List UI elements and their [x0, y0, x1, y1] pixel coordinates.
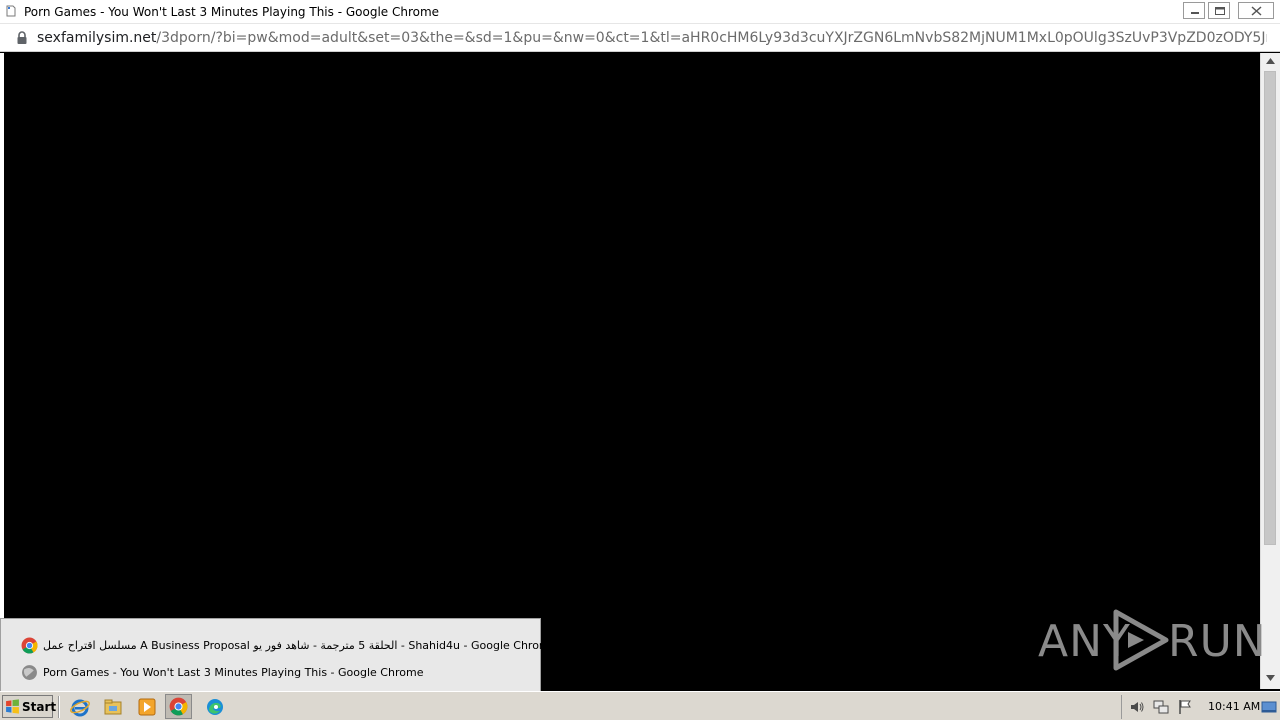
close-icon [1251, 6, 1262, 16]
window-titlebar[interactable]: Porn Games - You Won't Last 3 Minutes Pl… [0, 0, 1280, 24]
network-icon[interactable] [1153, 699, 1169, 715]
desktop-screen: Porn Games - You Won't Last 3 Minutes Pl… [0, 0, 1280, 720]
minimize-button[interactable] [1183, 2, 1205, 19]
restore-icon [1215, 7, 1225, 15]
page-icon [6, 5, 16, 17]
action-center-flag-icon[interactable] [1177, 699, 1193, 715]
volume-icon[interactable] [1129, 699, 1145, 715]
start-label: Start [22, 700, 57, 714]
scroll-up-icon[interactable] [1266, 58, 1275, 64]
start-button[interactable]: Start [2, 695, 57, 718]
minimize-icon [1191, 12, 1199, 14]
taskbar: Start 10:41 AM [0, 691, 1280, 720]
page-content[interactable] [4, 53, 1260, 689]
window-list-item-label: مسلسل اقتراح عمل A Business Proposal الح… [43, 639, 557, 652]
url-path: /3dporn/?bi=pw&mod=adult&set=03&the=&sd=… [156, 30, 1267, 46]
system-tray: 10:41 AM [1121, 695, 1280, 719]
media-player-icon[interactable] [137, 697, 157, 717]
anyrun-watermark: ANY RUN [1038, 608, 1266, 672]
chrome-icon [21, 637, 38, 654]
taskbar-window-list: مسلسل اقتراح عمل A Business Proposal الح… [0, 618, 556, 691]
window-title: Porn Games - You Won't Last 3 Minutes Pl… [24, 5, 440, 19]
windows-logo-icon [6, 699, 19, 714]
taskbar-chrome-button[interactable] [165, 694, 192, 719]
taskbar-separator [58, 696, 60, 718]
lock-icon [17, 31, 27, 44]
edge-icon[interactable] [205, 697, 225, 717]
watermark-text-right: RUN [1168, 616, 1267, 667]
maximize-button[interactable] [1208, 2, 1230, 19]
show-desktop-icon[interactable] [1261, 699, 1277, 715]
ie-icon[interactable] [70, 697, 90, 717]
window-list-item-label: Porn Games - You Won't Last 3 Minutes Pl… [43, 666, 424, 679]
address-bar[interactable]: sexfamilysim.net/3dporn/?bi=pw&mod=adult… [0, 24, 1280, 52]
play-logo-icon [1113, 609, 1169, 671]
url-host: sexfamilysim.net [37, 30, 157, 46]
url-text[interactable]: sexfamilysim.net/3dporn/?bi=pw&mod=adult… [37, 30, 1267, 46]
vertical-scrollbar[interactable] [1260, 53, 1280, 689]
explorer-icon[interactable] [103, 697, 123, 717]
globe-icon [22, 665, 37, 680]
chrome-icon [169, 697, 188, 716]
taskbar-clock[interactable]: 10:41 AM [1208, 700, 1260, 713]
close-button[interactable] [1238, 2, 1274, 19]
scroll-down-icon[interactable] [1266, 675, 1275, 681]
scrollbar-thumb[interactable] [1264, 71, 1276, 545]
